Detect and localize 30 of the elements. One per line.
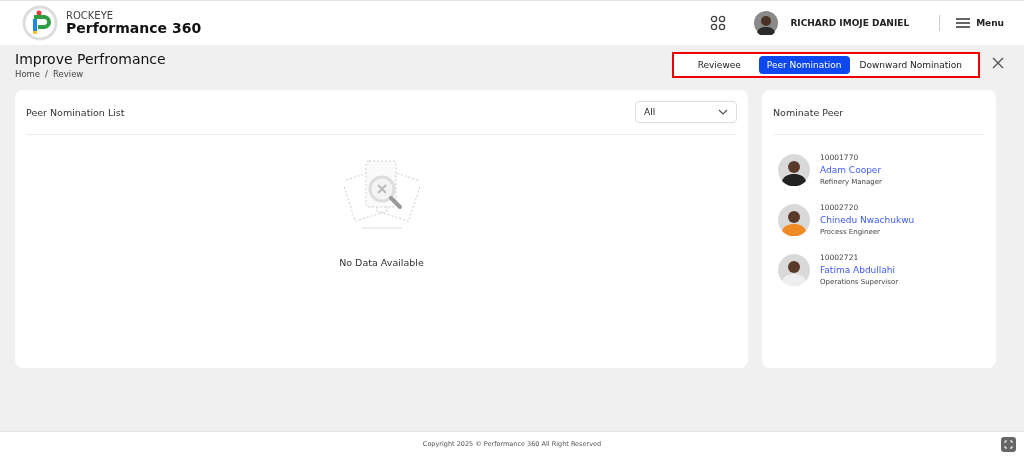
- apps-grid-icon[interactable]: [710, 15, 727, 31]
- avatar-icon: [778, 153, 810, 186]
- page-title: Improve Perfromance: [15, 51, 166, 67]
- tab[interactable]: Downward Nomination: [851, 56, 970, 74]
- chevron-down-icon: [718, 109, 728, 115]
- peer-name-link[interactable]: Chinedu Nwachukwu: [820, 215, 915, 225]
- menu-button[interactable]: Menu: [956, 18, 1004, 28]
- menu-icon: [956, 18, 971, 28]
- logo-icon: [22, 5, 58, 41]
- breadcrumb-link[interactable]: Home: [15, 69, 41, 79]
- breadcrumb-separator: /: [45, 69, 48, 79]
- fullscreen-button[interactable]: [1001, 437, 1016, 452]
- user-name: RICHARD IMOJE DANIEL: [790, 18, 910, 28]
- card-title: Peer Nomination List: [26, 106, 125, 118]
- close-button[interactable]: [992, 57, 1004, 69]
- avatar-icon[interactable]: [754, 11, 779, 35]
- filter-dropdown[interactable]: All: [635, 101, 737, 123]
- brand-subtitle: ROCKEYE: [66, 9, 115, 21]
- close-icon: [992, 57, 1004, 69]
- fullscreen-icon: [1004, 440, 1013, 449]
- avatar-icon: [778, 253, 810, 286]
- card-title: Nominate Peer: [773, 106, 844, 118]
- peer-name-link[interactable]: Fatima Abdullahi: [820, 265, 899, 275]
- empty-message: No Data Available: [339, 257, 424, 268]
- peer-name-link[interactable]: Adam Cooper: [820, 165, 882, 175]
- tab[interactable]: Peer Nomination: [758, 56, 850, 74]
- tab[interactable]: Reviewee: [681, 56, 757, 74]
- avatar-icon: [778, 203, 810, 236]
- app-title: Performance 360: [66, 20, 202, 37]
- breadcrumb-link[interactable]: Review: [53, 69, 84, 79]
